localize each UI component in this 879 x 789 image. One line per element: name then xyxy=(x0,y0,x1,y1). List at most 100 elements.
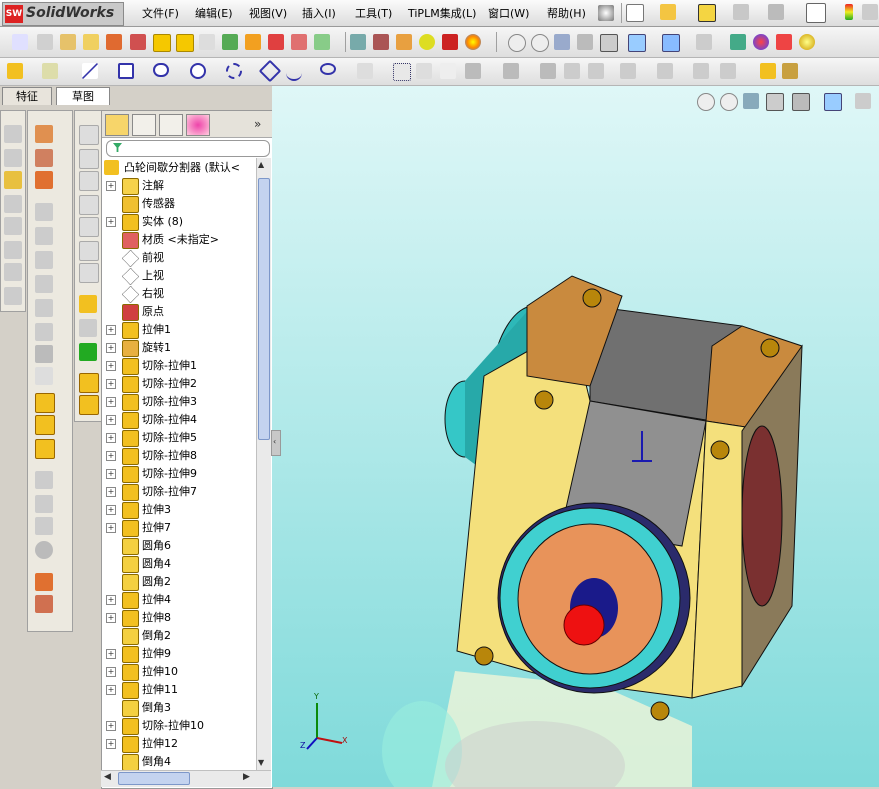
view-front-icon[interactable] xyxy=(79,125,99,145)
view-top-icon[interactable] xyxy=(79,217,99,237)
tree-hscroll-thumb[interactable] xyxy=(118,772,190,785)
polygon-icon[interactable] xyxy=(258,59,282,83)
expand-toggle-icon[interactable]: + xyxy=(106,451,116,461)
annotation-tool-icon[interactable] xyxy=(79,319,97,337)
panel-splitter[interactable]: ‹ xyxy=(271,430,281,456)
warning-icon[interactable] xyxy=(698,4,716,22)
pin-icon[interactable] xyxy=(598,5,614,21)
scene-icon[interactable] xyxy=(753,34,769,50)
extruded-boss-icon[interactable] xyxy=(35,125,53,143)
slot-icon[interactable] xyxy=(153,63,169,77)
tab-sketch[interactable]: 草图 xyxy=(56,87,110,105)
block-icon[interactable] xyxy=(442,34,458,50)
menu-tools[interactable]: 工具(T) xyxy=(355,5,392,21)
tree-item[interactable]: + 切除-拉伸8 xyxy=(102,447,252,465)
menu-edit[interactable]: 编辑(E) xyxy=(195,5,233,21)
lofted-cut-icon[interactable] xyxy=(35,299,53,317)
fillet-sketch-icon[interactable] xyxy=(357,63,373,79)
centerline-icon[interactable] xyxy=(465,63,481,79)
tree-item[interactable]: + 拉伸8 xyxy=(102,609,252,627)
expand-toggle-icon[interactable]: + xyxy=(106,379,116,389)
expand-toggle-icon[interactable]: + xyxy=(106,469,116,479)
repair-sketch-icon[interactable] xyxy=(720,63,736,79)
section-view-icon[interactable] xyxy=(577,34,593,50)
expand-toggle-icon[interactable]: + xyxy=(106,649,116,659)
view-bottom-icon[interactable] xyxy=(79,241,99,261)
dimxpert-tab-icon[interactable] xyxy=(186,114,210,136)
mass-props-icon[interactable] xyxy=(222,34,238,50)
expand-toggle-icon[interactable]: + xyxy=(106,739,116,749)
fillet-tool-icon[interactable] xyxy=(35,323,53,341)
expand-toggle-icon[interactable]: + xyxy=(106,325,116,335)
open-folder-icon[interactable] xyxy=(660,4,676,20)
menu-tiplm[interactable]: TiPLM集成(L) xyxy=(408,5,476,21)
insert-feature-icon[interactable] xyxy=(79,395,99,415)
checkbox-icon-2[interactable] xyxy=(176,34,194,52)
menu-help[interactable]: 帮助(H) xyxy=(547,5,586,21)
quick-snaps-icon[interactable] xyxy=(760,63,776,79)
expand-toggle-icon[interactable]: + xyxy=(106,685,116,695)
datum-target-icon[interactable] xyxy=(268,34,284,50)
zoom-area-icon[interactable] xyxy=(531,34,549,52)
menu-view[interactable]: 视图(V) xyxy=(249,5,287,21)
left-tool-icon-7[interactable] xyxy=(4,263,22,281)
tree-item[interactable]: 倒角3 xyxy=(102,699,252,717)
center-mark-icon[interactable] xyxy=(396,34,412,50)
left-tool-icon-5[interactable] xyxy=(4,217,22,235)
tree-item[interactable]: 倒角2 xyxy=(102,627,252,645)
left-tool-icon-8[interactable] xyxy=(4,287,22,305)
cosmetic-thread-icon[interactable] xyxy=(314,34,330,50)
tree-item[interactable]: + 实体 (8) xyxy=(102,213,252,231)
scroll-right-icon[interactable]: ▶ xyxy=(243,772,250,782)
scroll-left-icon[interactable]: ◀ xyxy=(104,772,111,782)
move-entities-icon[interactable] xyxy=(620,63,636,79)
tree-item[interactable]: + 切除-拉伸5 xyxy=(102,429,252,447)
tree-item[interactable]: + 注解 xyxy=(102,177,252,195)
mirror-entities-icon[interactable] xyxy=(564,63,580,79)
tree-item[interactable]: 倒角4 xyxy=(102,753,252,771)
expand-toggle-icon[interactable]: + xyxy=(106,433,116,443)
solidworks-logo[interactable]: SW SolidWorks xyxy=(2,2,124,26)
left-tool-icon-6[interactable] xyxy=(4,241,22,259)
graphics-viewport[interactable]: Y X Z xyxy=(272,86,879,787)
insert-block-icon[interactable] xyxy=(373,34,389,50)
hide-show-icon[interactable] xyxy=(662,34,680,52)
spline-icon[interactable] xyxy=(286,63,302,81)
scroll-up-icon[interactable]: ▲ xyxy=(258,160,264,169)
expand-toggle-icon[interactable]: + xyxy=(106,343,116,353)
tree-item[interactable]: 前视 xyxy=(102,249,252,268)
menu-insert[interactable]: 插入(I) xyxy=(302,5,336,21)
appearance-icon[interactable] xyxy=(465,34,481,50)
menu-file[interactable]: 文件(F) xyxy=(142,5,179,21)
tree-scroll-thumb[interactable] xyxy=(258,178,270,440)
left-tool-icon-3[interactable] xyxy=(4,171,22,189)
realview-icon[interactable] xyxy=(776,34,792,50)
shadows-icon[interactable] xyxy=(799,34,815,50)
expand-toggle-icon[interactable]: + xyxy=(106,505,116,515)
pattern-tool-icon[interactable] xyxy=(35,345,53,363)
left-tool-icon-4[interactable] xyxy=(4,195,22,213)
options-gear-icon[interactable] xyxy=(862,4,878,20)
hole-callout-icon[interactable] xyxy=(291,34,307,50)
filter-input[interactable] xyxy=(106,140,270,157)
swept-boss-icon[interactable] xyxy=(35,171,53,189)
arc-icon[interactable] xyxy=(226,63,242,79)
edit-sketch-icon[interactable] xyxy=(79,295,97,313)
expand-toggle-icon[interactable]: + xyxy=(106,487,116,497)
expand-toggle-icon[interactable]: + xyxy=(106,361,116,371)
undo-icon[interactable] xyxy=(768,4,784,20)
tree-item[interactable]: + 拉伸4 xyxy=(102,591,252,609)
property-manager-tab-icon[interactable] xyxy=(132,114,156,136)
tree-item[interactable]: + 拉伸9 xyxy=(102,645,252,663)
edit-appearance-icon[interactable] xyxy=(696,34,712,50)
tree-item[interactable]: + 切除-拉伸7 xyxy=(102,483,252,501)
shell-tool-icon[interactable] xyxy=(35,393,55,413)
reference-geometry-icon[interactable] xyxy=(35,573,53,591)
text-icon[interactable] xyxy=(416,63,432,79)
left-tool-icon-2[interactable] xyxy=(4,149,22,167)
add-relation-icon[interactable] xyxy=(693,63,709,79)
checkbox-icon[interactable] xyxy=(153,34,171,52)
tree-item[interactable]: 右视 xyxy=(102,285,252,304)
revolved-boss-icon[interactable] xyxy=(35,149,53,167)
intersect-tool-icon[interactable] xyxy=(35,471,53,489)
